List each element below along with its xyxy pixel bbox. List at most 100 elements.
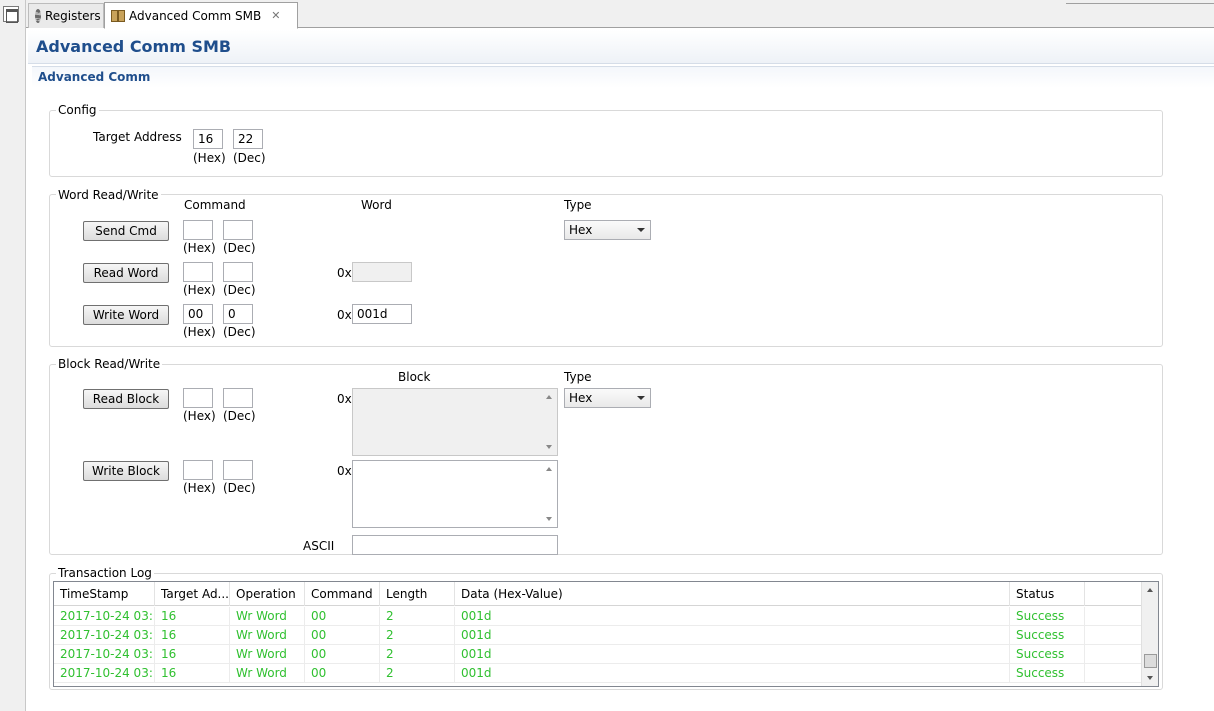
table-row[interactable]: 2017-10-24 03:... 16 Wr Word 00 2 001d S… xyxy=(54,607,1144,626)
transaction-log-table[interactable]: TimeStamp Target Ad... Operation Command… xyxy=(53,581,1159,687)
table-header: TimeStamp Target Ad... Operation Command… xyxy=(54,582,1144,606)
target-address-label: Target Address xyxy=(93,130,182,144)
scroll-thumb[interactable] xyxy=(1144,654,1157,668)
close-icon[interactable]: ✕ xyxy=(271,9,280,22)
read-word-button[interactable]: Read Word xyxy=(83,263,169,283)
scroll-up-icon[interactable] xyxy=(1147,588,1153,592)
read-block-data-area xyxy=(352,388,558,456)
write-word-value-input[interactable]: 001d xyxy=(352,304,412,324)
column-header-status[interactable]: Status xyxy=(1010,582,1085,606)
cell-operation: Wr Word xyxy=(230,645,305,664)
write-block-data-input[interactable] xyxy=(352,460,558,528)
cell-target-address: 16 xyxy=(155,664,230,683)
dec-hint: (Dec) xyxy=(233,151,266,165)
left-panel-strip xyxy=(0,0,26,711)
tab-advanced-comm-smb[interactable]: Advanced Comm SMB ✕ xyxy=(104,2,298,29)
transaction-log-label: Transaction Log xyxy=(56,566,154,580)
tab-registers[interactable]: Registers xyxy=(28,3,104,28)
page-title: Advanced Comm SMB xyxy=(36,37,232,56)
cell-timestamp: 2017-10-24 03:... xyxy=(54,645,155,664)
cell-length: 2 xyxy=(380,626,455,645)
read-word-cmd-hex-input[interactable] xyxy=(183,262,213,282)
cell-status: Success xyxy=(1010,664,1085,683)
cell-data: 001d xyxy=(455,664,1010,683)
write-word-cmd-dec-input[interactable]: 0 xyxy=(223,304,253,324)
table-row[interactable]: 2017-10-24 03:... 16 Wr Word 00 2 001d S… xyxy=(54,664,1144,683)
type-header: Type xyxy=(564,198,592,212)
hex-hint: (Hex) xyxy=(183,409,216,423)
target-address-hex-input[interactable]: 16 xyxy=(193,129,223,149)
cell-timestamp: 2017-10-24 03:... xyxy=(54,607,155,626)
type-header: Type xyxy=(564,370,592,384)
read-word-cmd-dec-input[interactable] xyxy=(223,262,253,282)
cell-command: 00 xyxy=(305,626,380,645)
package-icon xyxy=(111,9,125,22)
scrollbar[interactable] xyxy=(542,389,557,455)
block-type-value: Hex xyxy=(569,391,593,405)
cell-status: Success xyxy=(1010,607,1085,626)
column-header-length[interactable]: Length xyxy=(380,582,455,606)
hex-hint: (Hex) xyxy=(183,241,216,255)
column-header-target-address[interactable]: Target Ad... xyxy=(155,582,230,606)
hex-prefix-label: 0x xyxy=(337,308,352,322)
section-title: Advanced Comm xyxy=(38,70,151,84)
dec-hint: (Dec) xyxy=(223,325,256,339)
hex-hint: (Hex) xyxy=(193,151,226,165)
send-cmd-hex-input[interactable] xyxy=(183,220,213,240)
block-type-select[interactable]: Hex xyxy=(564,388,651,408)
page-header: Advanced Comm SMB xyxy=(28,30,1214,64)
cell-target-address: 16 xyxy=(155,645,230,664)
write-block-dec-input[interactable] xyxy=(223,460,253,480)
write-block-button[interactable]: Write Block xyxy=(83,461,169,481)
dec-hint: (Dec) xyxy=(223,409,256,423)
hex-hint: (Hex) xyxy=(183,481,216,495)
scroll-down-icon[interactable] xyxy=(546,517,552,521)
config-group-label: Config xyxy=(56,103,99,117)
scroll-up-icon[interactable] xyxy=(546,467,552,471)
scroll-down-icon[interactable] xyxy=(1147,676,1153,680)
write-word-cmd-hex-input[interactable]: 00 xyxy=(183,304,213,324)
write-word-button[interactable]: Write Word xyxy=(83,305,169,325)
cell-target-address: 16 xyxy=(155,626,230,645)
scroll-down-icon[interactable] xyxy=(546,445,552,449)
cell-status: Success xyxy=(1010,626,1085,645)
column-header-command[interactable]: Command xyxy=(305,582,380,606)
ascii-input[interactable] xyxy=(352,535,558,555)
column-header-timestamp[interactable]: TimeStamp xyxy=(54,582,155,606)
read-block-dec-input[interactable] xyxy=(223,388,253,408)
column-header-operation[interactable]: Operation xyxy=(230,582,305,606)
cell-data: 001d xyxy=(455,607,1010,626)
cell-operation: Wr Word xyxy=(230,607,305,626)
table-row[interactable]: 2017-10-24 03:... 16 Wr Word 00 2 001d S… xyxy=(54,645,1144,664)
word-header: Word xyxy=(361,198,392,212)
table-row[interactable]: 2017-10-24 03:... 16 Wr Word 00 2 001d S… xyxy=(54,626,1144,645)
cell-command: 00 xyxy=(305,607,380,626)
block-group-label: Block Read/Write xyxy=(56,357,163,371)
cell-data: 001d xyxy=(455,645,1010,664)
read-block-button[interactable]: Read Block xyxy=(83,389,169,409)
word-type-select[interactable]: Hex xyxy=(564,220,651,240)
send-cmd-button[interactable]: Send Cmd xyxy=(83,221,169,241)
target-address-dec-input[interactable]: 22 xyxy=(233,129,263,149)
dec-hint: (Dec) xyxy=(223,241,256,255)
hex-prefix-label: 0x xyxy=(337,464,352,478)
dec-hint: (Dec) xyxy=(223,481,256,495)
editor-tab-bar: Registers Advanced Comm SMB ✕ xyxy=(26,0,1214,29)
word-type-value: Hex xyxy=(569,223,593,237)
cell-operation: Wr Word xyxy=(230,626,305,645)
cell-timestamp: 2017-10-24 03:... xyxy=(54,664,155,683)
section-header[interactable]: Advanced Comm xyxy=(32,66,1214,88)
table-scrollbar[interactable] xyxy=(1141,582,1158,686)
cell-operation: Wr Word xyxy=(230,664,305,683)
write-block-hex-input[interactable] xyxy=(183,460,213,480)
scrollbar[interactable] xyxy=(542,461,557,527)
ascii-label: ASCII xyxy=(303,539,335,553)
cell-target-address: 16 xyxy=(155,607,230,626)
read-block-hex-input[interactable] xyxy=(183,388,213,408)
column-header-data[interactable]: Data (Hex-Value) xyxy=(455,582,1010,606)
scroll-up-icon[interactable] xyxy=(546,395,552,399)
dec-hint: (Dec) xyxy=(223,283,256,297)
send-cmd-dec-input[interactable] xyxy=(223,220,253,240)
cell-timestamp: 2017-10-24 03:... xyxy=(54,626,155,645)
restore-view-icon[interactable] xyxy=(3,6,19,23)
